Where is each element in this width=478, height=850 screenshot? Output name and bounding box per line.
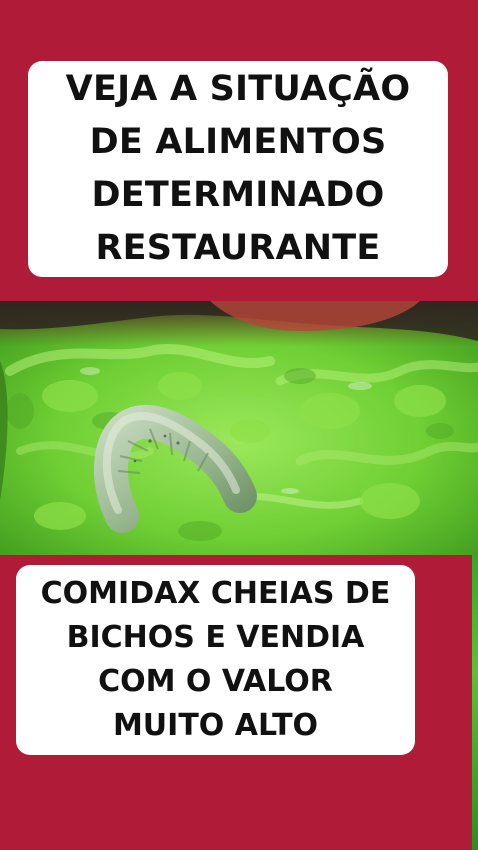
top-caption-line-2: DE ALIMENTOS bbox=[89, 122, 387, 162]
background-canvas: VEJA A SITUAÇÃO DE ALIMENTOS DETERMINADO… bbox=[0, 0, 478, 850]
lettuce-worm-illustration bbox=[0, 301, 478, 555]
top-caption-line-1: VEJA A SITUAÇÃO bbox=[65, 69, 411, 109]
bottom-caption-line-4: MUITO ALTO bbox=[112, 708, 319, 743]
top-caption-box: VEJA A SITUAÇÃO DE ALIMENTOS DETERMINADO… bbox=[28, 61, 448, 277]
bottom-caption-line-3: COM O VALOR bbox=[98, 664, 333, 699]
bottom-caption-box: COMIDAX CHEIAS DE BICHOS E VENDIA COM O … bbox=[16, 565, 415, 755]
bottom-caption-line-1: COMIDAX CHEIAS DE bbox=[40, 576, 391, 611]
top-caption-line-3: DETERMINADO bbox=[91, 175, 385, 215]
top-caption-line-4: RESTAURANTE bbox=[95, 228, 381, 268]
bottom-caption-line-2: BICHOS E VENDIA bbox=[66, 620, 365, 655]
lettuce-worm-photo bbox=[0, 301, 478, 555]
green-edge-strip bbox=[472, 555, 478, 850]
